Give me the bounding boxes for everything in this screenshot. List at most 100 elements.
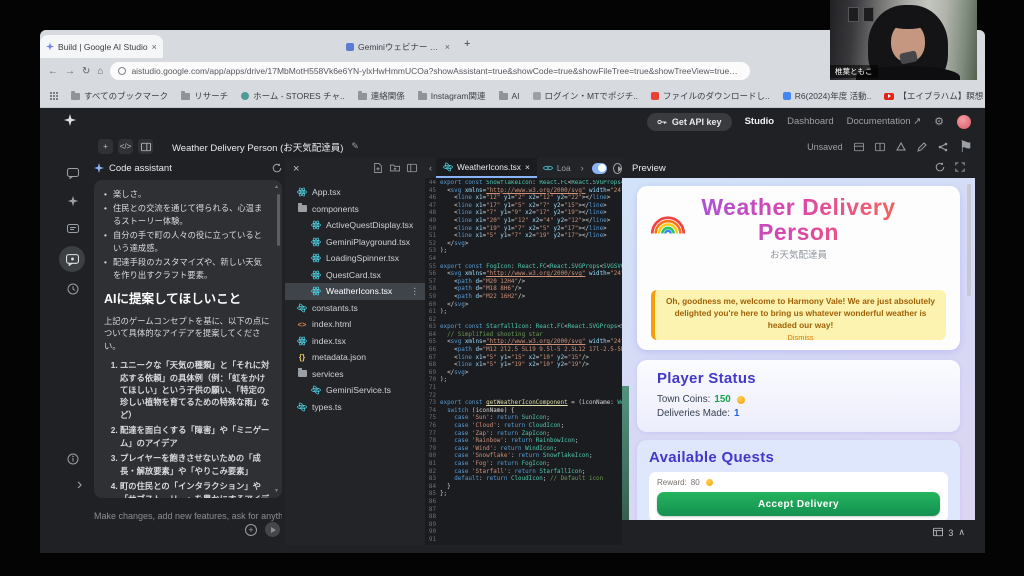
browser-tab[interactable]: Build | Google AI Studio × xyxy=(40,35,163,58)
bookmark-item[interactable]: リサーチ xyxy=(181,90,228,102)
history-icon[interactable] xyxy=(64,280,81,297)
bookmark-item[interactable]: ログイン・MTでポジチ.. xyxy=(533,90,639,102)
bookmark-label: リサーチ xyxy=(194,90,228,102)
nav-studio[interactable]: Studio xyxy=(745,116,775,127)
spark-tools-icon[interactable] xyxy=(64,192,81,209)
tab-close-icon[interactable]: × xyxy=(525,162,530,172)
get-api-key-button[interactable]: Get API key xyxy=(647,113,732,131)
back-icon[interactable]: ← xyxy=(48,66,58,77)
bookmark-item[interactable]: AI xyxy=(499,91,520,101)
run-icon[interactable] xyxy=(613,163,622,174)
code-view-button[interactable]: </> xyxy=(118,139,133,154)
chat-panel-icon[interactable] xyxy=(64,164,81,181)
preview-scrollbar[interactable] xyxy=(967,184,971,296)
site-info-icon[interactable] xyxy=(118,67,126,75)
nav-documentation[interactable]: Documentation ↗ xyxy=(847,116,922,127)
bookmark-label: R6(2024)年度 活動.. xyxy=(795,90,872,102)
bookmark-icon xyxy=(181,93,190,100)
unsaved-status: Unsaved xyxy=(807,142,843,152)
scroll-down-icon[interactable]: ▼ xyxy=(274,488,279,494)
apps-grid-icon[interactable] xyxy=(50,92,58,100)
collapse-rail-icon[interactable]: › xyxy=(71,476,88,493)
all-bookmarks[interactable]: すべてのブックマーク xyxy=(71,90,168,102)
new-file-button[interactable]: + xyxy=(98,139,113,154)
file-tree-item[interactable]: <> {} ActiveQuestDisplay.tsx ⋮ xyxy=(285,217,425,234)
file-tree-item[interactable]: <> {} LoadingSpinner.tsx ⋮ xyxy=(285,250,425,267)
file-tree-item[interactable]: <> {} metadata.json ⋮ xyxy=(285,349,425,366)
comment-panel-icon[interactable] xyxy=(64,220,81,237)
send-button[interactable] xyxy=(265,522,280,537)
grid-view-icon[interactable] xyxy=(854,142,864,152)
info-icon[interactable] xyxy=(64,450,81,467)
feedback-flag-icon[interactable]: ⚑ xyxy=(959,137,973,157)
share-icon[interactable] xyxy=(938,142,948,152)
tabs-scroll-left-icon[interactable]: ‹ xyxy=(425,163,436,173)
user-avatar[interactable] xyxy=(957,115,971,129)
collapse-panel-icon[interactable] xyxy=(407,160,417,178)
assistant-refresh-icon[interactable] xyxy=(272,163,282,173)
file-tree-item[interactable]: <> {} QuestCard.tsx ⋮ xyxy=(285,267,425,284)
nav-dashboard[interactable]: Dashboard xyxy=(787,116,833,127)
bookmark-label: Instagram関連 xyxy=(431,90,486,102)
bookmark-item[interactable]: Instagram関連 xyxy=(418,90,486,102)
assistant-scrollbar[interactable] xyxy=(277,194,280,246)
settings-gear-icon[interactable]: ⚙ xyxy=(934,115,944,128)
preview-fullscreen-icon[interactable] xyxy=(955,159,965,177)
code-editor[interactable]: 44export const SnowflakeIcon: React.FC<R… xyxy=(425,180,622,545)
address-bar[interactable]: aistudio.google.com/app/apps/drive/17MbM… xyxy=(110,62,750,80)
accept-delivery-button[interactable]: Accept Delivery xyxy=(657,492,940,516)
code-line: 82 case 'Starfall': return StarfallIcon; xyxy=(425,469,622,477)
bookmark-item[interactable]: R6(2024)年度 活動.. xyxy=(783,90,872,102)
code-line: 58 <path d="M18 8H6"/> xyxy=(425,286,622,294)
new-file-icon[interactable] xyxy=(373,160,383,178)
file-tree-item[interactable]: <> {} types.ts ⋮ xyxy=(285,399,425,416)
new-folder-icon[interactable] xyxy=(390,160,400,178)
bookmark-item[interactable]: ホーム - STORES チャ.. xyxy=(241,90,345,102)
edit-app-icon[interactable] xyxy=(917,142,927,152)
react-file-icon xyxy=(311,253,321,263)
file-tree-item[interactable]: <> {} WeatherIcons.tsx ⋮ xyxy=(285,283,425,300)
tab-close-icon[interactable]: × xyxy=(152,42,157,52)
bookmark-item[interactable]: 【エイブラハム】瞑想 日.. xyxy=(884,90,985,102)
file-tree-item[interactable]: <> {} services ⋮ xyxy=(285,366,425,383)
reload-icon[interactable]: ↻ xyxy=(82,66,90,77)
preview-refresh-icon[interactable] xyxy=(935,159,945,177)
file-tree-item[interactable]: <> {} GeminiPlayground.tsx ⋮ xyxy=(285,234,425,251)
forward-icon[interactable]: → xyxy=(65,66,75,77)
town-coins-row: Town Coins: 150 xyxy=(657,394,940,405)
bookmark-item[interactable]: ファイルのダウンロードし.. xyxy=(651,90,770,102)
dismiss-button[interactable]: Dismiss xyxy=(665,333,936,342)
bookmark-item[interactable]: 連絡関係 xyxy=(358,90,405,102)
file-tree-item[interactable]: <> {} index.tsx ⋮ xyxy=(285,333,425,350)
close-file-tree-icon[interactable]: × xyxy=(293,163,299,175)
auto-update-toggle[interactable] xyxy=(592,163,607,174)
panel-layout-button[interactable] xyxy=(138,139,153,154)
tab-close-icon[interactable]: × xyxy=(445,42,450,52)
code-assistant-rail-icon[interactable] xyxy=(59,246,85,272)
split-view-icon[interactable] xyxy=(875,142,885,152)
attach-icon[interactable]: + xyxy=(245,524,257,536)
browser-tab[interactable]: Geminiウェビナー - プレゼンテーション × xyxy=(340,35,456,58)
editor-tab-active[interactable]: WeatherIcons.tsx × xyxy=(436,158,537,178)
deploy-icon[interactable] xyxy=(896,142,906,152)
new-tab-button[interactable]: + xyxy=(464,39,470,50)
file-tree-item[interactable]: <> {} constants.ts ⋮ xyxy=(285,300,425,317)
ai-studio-logo-icon[interactable] xyxy=(64,113,76,131)
tabs-scroll-right-icon[interactable]: › xyxy=(577,163,588,173)
console-icon[interactable] xyxy=(933,527,943,539)
file-tree-item[interactable]: <> {} components ⋮ xyxy=(285,201,425,218)
editor-tab-2[interactable]: Loa xyxy=(537,163,577,173)
assistant-input[interactable] xyxy=(94,511,282,521)
file-tree-item[interactable]: <> {} GeminiService.ts ⋮ xyxy=(285,382,425,399)
code-line: 65 <svg xmlns="http://www.w3.org/2000/sv… xyxy=(425,339,622,347)
kebab-menu-icon[interactable]: ⋮ xyxy=(410,286,425,297)
file-name: LoadingSpinner.tsx xyxy=(326,253,399,263)
file-tree-item[interactable]: <> {} App.tsx ⋮ xyxy=(285,184,425,201)
folder-icon xyxy=(71,93,80,100)
scroll-up-icon[interactable]: ▲ xyxy=(274,184,279,190)
assistant-message[interactable]: ▲ 楽しさ。住民との交流を通じて得られる、心温まるストーリー体験。自分の手で町の… xyxy=(94,180,282,498)
file-tree-item[interactable]: <> {} index.html ⋮ xyxy=(285,316,425,333)
collapse-console-icon[interactable]: ∧ xyxy=(958,527,965,538)
edit-title-icon[interactable]: ✎ xyxy=(351,141,359,152)
home-icon[interactable]: ⌂ xyxy=(97,66,103,77)
